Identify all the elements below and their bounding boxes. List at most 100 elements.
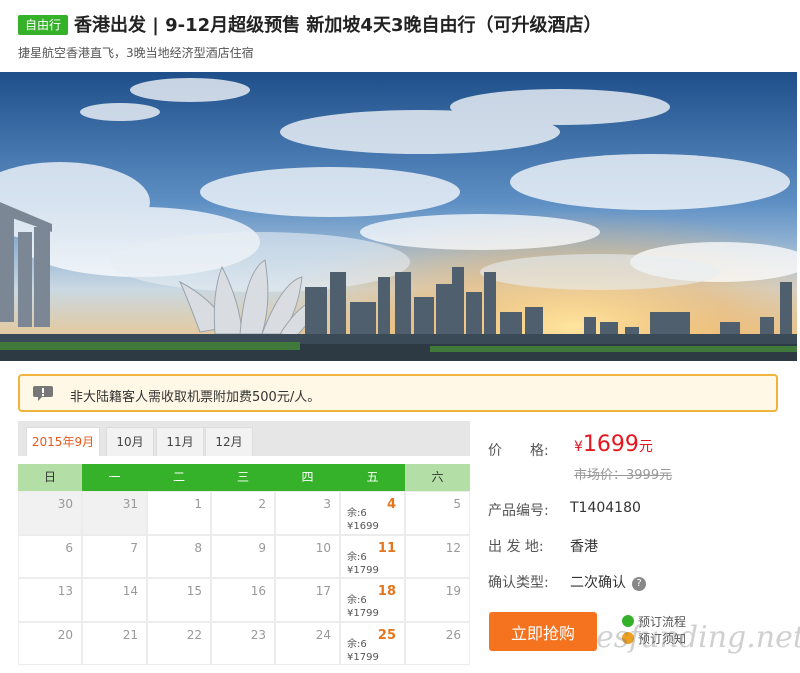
day-number: 19 (445, 584, 461, 598)
calendar-day: 23 (211, 621, 275, 665)
singapore-skyline-illustration (0, 72, 797, 361)
price-currency: ¥ (574, 439, 583, 455)
calendar-day-available[interactable]: 18 余:6 ¥1799 (340, 578, 405, 622)
day-price: ¥1799 (347, 564, 379, 576)
day-number: 15 (186, 584, 202, 598)
day-number: 2 (258, 497, 266, 511)
day-number: 16 (250, 584, 266, 598)
weekday-wed: 三 (211, 464, 275, 491)
day-number: 5 (453, 497, 461, 511)
day-number: 26 (445, 627, 461, 642)
day-number: 30 (57, 497, 73, 511)
day-stock: 余:6 (347, 551, 367, 563)
day-stock: 余:6 (347, 508, 367, 519)
calendar-day: 19 (405, 578, 470, 622)
weekday-mon: 一 (82, 464, 147, 491)
calendar-day: 16 (211, 578, 275, 622)
day-stock-price: 余:6 ¥1799 (347, 594, 379, 620)
confirm-type-label: 确认类型: (488, 575, 549, 591)
departure-calendar: 2015年9月 10月 11月 12月 日 一 二 三 四 五 六 30 31 1 2… (18, 421, 470, 673)
calendar-day: 26 (405, 621, 470, 665)
calendar-day: 6 (18, 534, 82, 578)
product-no-label: 产品编号: (488, 503, 549, 519)
market-price: 市场价：3999元 (574, 468, 673, 483)
departure-label: 出 发 地: (488, 539, 544, 555)
day-number: 25 (377, 627, 396, 643)
help-icon[interactable]: ? (632, 577, 646, 591)
price-display: ¥1699元 (574, 432, 653, 457)
calendar-day-available[interactable]: 25 余:6 ¥1799 (340, 621, 405, 665)
day-number: 1 (194, 497, 202, 511)
day-stock-price: 余:6 ¥1799 (347, 551, 379, 577)
calendar-day: 1 (147, 491, 211, 535)
day-number: 3 (323, 497, 331, 511)
day-number: 6 (65, 540, 73, 555)
calendar-day: 10 (275, 534, 340, 578)
surcharge-notice: 非大陆籍客人需收取机票附加费500元/人。 (18, 374, 778, 412)
day-number: 8 (194, 540, 202, 555)
calendar-day: 31 (82, 491, 147, 535)
day-number: 31 (122, 497, 138, 511)
exclamation-icon (33, 386, 53, 401)
day-number: 12 (445, 540, 461, 555)
month-tabs: 2015年9月 10月 11月 12月 (18, 421, 470, 456)
day-price: ¥1799 (347, 651, 379, 663)
page-subtitle: 捷星航空香港直飞，3晚当地经济型酒店住宿 (18, 46, 254, 60)
departure-value: 香港 (570, 539, 598, 555)
calendar-day: 30 (18, 491, 82, 535)
calendar-day: 5 (405, 491, 470, 535)
day-number: 18 (377, 584, 396, 599)
product-header: 自由行 香港出发 | 9-12月超级预售 新加坡4天3晚自由行（可升级酒店） 捷… (0, 0, 800, 72)
calendar-day: 9 (211, 534, 275, 578)
weekday-sat: 六 (405, 464, 470, 491)
calendar-day: 3 (275, 491, 340, 535)
day-price: ¥1799 (347, 608, 379, 619)
calendar-day: 15 (147, 578, 211, 622)
watermark: esfunding.net (596, 620, 800, 655)
day-number: 22 (186, 627, 202, 642)
weekday-tue: 二 (147, 464, 211, 491)
calendar-day: 7 (82, 534, 147, 578)
calendar-day-available[interactable]: 11 余:6 ¥1799 (340, 534, 405, 578)
day-number: 11 (377, 540, 396, 556)
tab-month-oct[interactable]: 10月 (106, 427, 154, 456)
calendar-day: 24 (275, 621, 340, 665)
day-number: 21 (122, 627, 138, 642)
day-stock-price: 余:6 ¥1799 (347, 638, 379, 664)
calendar-day: 12 (405, 534, 470, 578)
day-number: 23 (250, 627, 266, 642)
calendar-day: 17 (275, 578, 340, 622)
price-label: 价 格: (488, 443, 549, 459)
hero-banner-image (0, 72, 797, 361)
buy-now-button[interactable]: 立即抢购 (489, 612, 597, 651)
day-number: 20 (57, 627, 73, 642)
day-stock: 余:6 (347, 595, 367, 606)
tab-month-sep[interactable]: 2015年9月 (26, 427, 100, 456)
day-number: 17 (315, 584, 331, 598)
tab-month-nov[interactable]: 11月 (156, 427, 204, 456)
calendar-day: 13 (18, 578, 82, 622)
calendar-day: 22 (147, 621, 211, 665)
day-price: ¥1699 (347, 521, 379, 532)
tab-month-dec[interactable]: 12月 (205, 427, 253, 456)
day-number: 4 (386, 497, 396, 512)
calendar-day: 14 (82, 578, 147, 622)
weekday-fri: 五 (340, 464, 405, 491)
confirm-type-value: 二次确认? (570, 572, 646, 592)
weekday-header: 日 一 二 三 四 五 六 (18, 464, 470, 491)
day-stock-price: 余:6 ¥1699 (347, 507, 379, 533)
day-number: 14 (122, 584, 138, 598)
calendar-day: 8 (147, 534, 211, 578)
day-stock: 余:6 (347, 638, 367, 650)
calendar-day: 2 (211, 491, 275, 535)
confirm-type-text: 二次确认 (570, 575, 626, 591)
product-no-value: T1404180 (570, 500, 641, 516)
calendar-day-available[interactable]: 4 余:6 ¥1699 (340, 491, 405, 535)
calendar-day: 21 (82, 621, 147, 665)
weekday-sun: 日 (18, 464, 82, 491)
notice-text: 非大陆籍客人需收取机票附加费500元/人。 (70, 390, 321, 405)
day-number: 13 (57, 584, 73, 598)
day-number: 7 (130, 540, 138, 555)
weekday-thu: 四 (275, 464, 340, 491)
page-title: 香港出发 | 9-12月超级预售 新加坡4天3晚自由行（可升级酒店） (74, 15, 602, 36)
